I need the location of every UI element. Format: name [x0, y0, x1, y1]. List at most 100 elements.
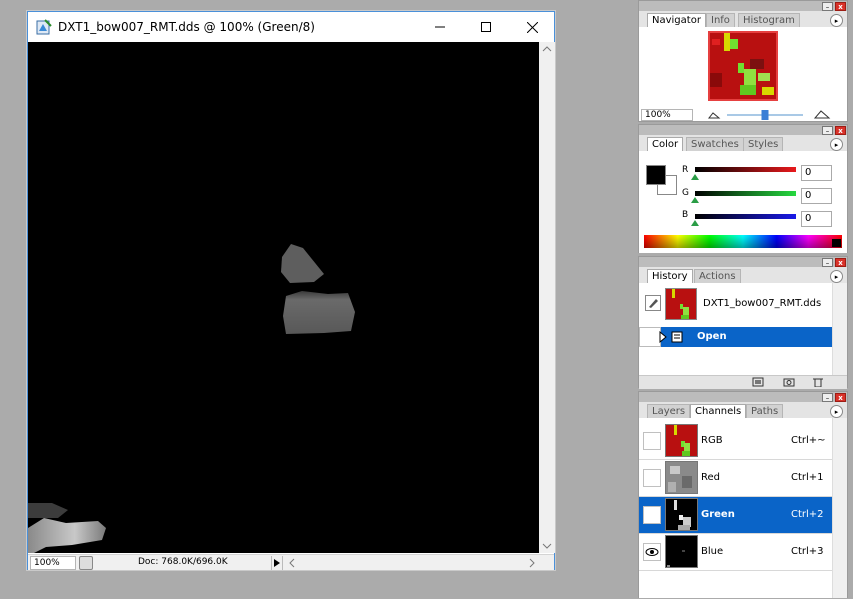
panel-menu-button[interactable]: ▸ — [830, 14, 843, 27]
channel-name: Green — [701, 509, 735, 520]
spectrum-black-swatch[interactable] — [832, 239, 841, 247]
color-spectrum-bar[interactable] — [644, 235, 842, 248]
channel-thumbnail — [665, 424, 698, 457]
status-options-icon[interactable] — [79, 556, 93, 570]
panel-close-button[interactable]: x — [835, 258, 846, 267]
green-slider-track[interactable] — [695, 191, 796, 196]
channel-label-b: B — [682, 210, 689, 220]
doc-size-info: Doc: 768.0K/696.0K — [138, 557, 228, 567]
blue-value-field[interactable]: 0 — [801, 211, 832, 227]
trash-icon[interactable] — [811, 377, 825, 389]
history-step-open[interactable]: Open — [639, 327, 832, 347]
green-value-field[interactable]: 0 — [801, 188, 832, 204]
navigator-zoom-bar: 100% — [639, 109, 847, 121]
maximize-icon — [481, 22, 491, 32]
camera-icon[interactable] — [782, 377, 796, 389]
maximize-button[interactable] — [463, 12, 509, 42]
panel-menu-button[interactable]: ▸ — [830, 138, 843, 151]
channel-row-red[interactable]: Red Ctrl+1 — [639, 460, 832, 497]
panel-header[interactable]: – x — [639, 1, 847, 11]
green-slider-thumb[interactable] — [691, 197, 699, 203]
tab-history[interactable]: History — [647, 269, 693, 283]
blue-slider-track[interactable] — [695, 214, 796, 219]
panel-header[interactable]: – x — [639, 257, 847, 267]
history-panel: – x History Actions ▸ DXT1_bow007_RMT.dd… — [638, 256, 848, 389]
red-value-field[interactable]: 0 — [801, 165, 832, 181]
channel-row-rgb[interactable]: RGB Ctrl+~ — [639, 423, 832, 460]
tab-paths[interactable]: Paths — [746, 404, 784, 418]
zoom-level-field[interactable]: 100% — [30, 556, 76, 570]
navigator-thumbnail[interactable] — [708, 31, 778, 101]
horizontal-scrollbar[interactable] — [286, 556, 538, 570]
panel-minimize-button[interactable]: – — [822, 2, 833, 11]
channel-shortcut: Ctrl+2 — [791, 509, 824, 520]
new-document-from-state-icon[interactable] — [751, 377, 765, 389]
history-step-label: Open — [697, 331, 727, 342]
history-brush-icon[interactable] — [645, 295, 661, 311]
panel-header[interactable]: – x — [639, 125, 847, 135]
channel-name: RGB — [701, 435, 723, 446]
tab-navigator[interactable]: Navigator — [647, 13, 706, 27]
scroll-arrows — [542, 46, 552, 549]
eye-icon — [645, 548, 659, 556]
hscroll-arrows — [289, 558, 535, 568]
red-slider-thumb[interactable] — [691, 174, 699, 180]
panel-close-button[interactable]: x — [835, 126, 846, 135]
channel-row-green[interactable]: Green Ctrl+2 — [639, 497, 832, 534]
document-titlebar[interactable]: DXT1_bow007_RMT.dds @ 100% (Green/8) — [28, 12, 554, 42]
panel-close-button[interactable]: x — [835, 2, 846, 11]
visibility-toggle[interactable] — [643, 506, 661, 524]
color-body: R 0 G 0 B 0 — [639, 151, 847, 253]
close-button[interactable] — [509, 12, 555, 42]
history-state-arrow-icon — [659, 331, 683, 343]
channels-scrollbar[interactable] — [832, 418, 847, 598]
green-channel-image — [28, 244, 355, 553]
status-menu-button[interactable] — [271, 556, 283, 570]
tab-info[interactable]: Info — [706, 13, 735, 27]
channel-thumbnail — [665, 535, 698, 568]
channel-name: Blue — [701, 546, 724, 557]
zoom-slider-knob[interactable] — [761, 110, 769, 120]
history-step-source[interactable] — [639, 327, 661, 347]
panel-header[interactable]: – x — [639, 392, 847, 402]
visibility-toggle[interactable] — [643, 469, 661, 487]
history-snapshot[interactable]: DXT1_bow007_RMT.dds — [639, 283, 847, 325]
red-slider-track[interactable] — [695, 167, 796, 172]
channel-row-blue[interactable]: Blue Ctrl+3 — [639, 534, 832, 571]
channel-thumbnail — [665, 498, 698, 531]
visibility-toggle[interactable] — [643, 432, 661, 450]
vertical-scrollbar[interactable] — [539, 42, 555, 553]
tab-color[interactable]: Color — [647, 137, 684, 151]
panel-minimize-button[interactable]: – — [822, 126, 833, 135]
arrow-right-icon: ▸ — [834, 272, 839, 281]
panel-minimize-button[interactable]: – — [822, 393, 833, 402]
minimize-button[interactable] — [417, 12, 463, 42]
document-status-bar: 100% Doc: 768.0K/696.0K — [28, 554, 554, 570]
play-arrow-icon — [274, 559, 280, 567]
panel-menu-button[interactable]: ▸ — [830, 405, 843, 418]
document-title: DXT1_bow007_RMT.dds @ 100% (Green/8) — [58, 20, 315, 34]
blue-slider-thumb[interactable] — [691, 220, 699, 226]
history-scrollbar[interactable] — [832, 283, 847, 375]
panel-minimize-button[interactable]: – — [822, 258, 833, 267]
tab-swatches[interactable]: Swatches — [686, 137, 744, 151]
foreground-color-swatch[interactable] — [646, 165, 666, 185]
tab-actions[interactable]: Actions — [694, 269, 741, 283]
channel-shortcut: Ctrl+3 — [791, 546, 824, 557]
image-canvas[interactable] — [28, 42, 539, 553]
history-tabs: History Actions ▸ — [639, 267, 847, 283]
channels-panel: – x Layers Channels Paths ▸ RGB Ctrl+~ R… — [638, 391, 848, 598]
history-body: DXT1_bow007_RMT.dds Open — [639, 283, 847, 375]
navigator-zoom-field[interactable]: 100% — [641, 109, 693, 121]
channel-shortcut: Ctrl+~ — [791, 435, 826, 446]
tab-styles[interactable]: Styles — [743, 137, 784, 151]
snapshot-preview — [666, 289, 696, 319]
channel-label-g: G — [682, 188, 689, 198]
tab-histogram[interactable]: Histogram — [738, 13, 800, 27]
visibility-toggle[interactable] — [643, 543, 661, 561]
tab-channels[interactable]: Channels — [690, 404, 747, 418]
panel-menu-button[interactable]: ▸ — [830, 270, 843, 283]
tab-layers[interactable]: Layers — [647, 404, 691, 418]
navigator-zoom-slider[interactable] — [707, 109, 847, 121]
panel-close-button[interactable]: x — [835, 393, 846, 402]
